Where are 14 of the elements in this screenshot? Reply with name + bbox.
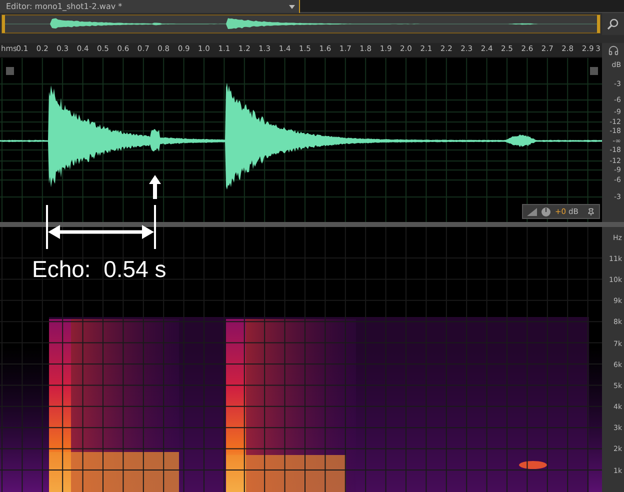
up-arrow-icon [149,175,161,199]
corner-handle-icon[interactable] [590,67,598,75]
waveform-display[interactable] [0,58,602,222]
ramp-icon[interactable] [527,208,537,216]
corner-handle-icon[interactable] [6,67,14,75]
overview-waveform[interactable] [0,13,602,35]
spectrogram-drawing[interactable] [0,227,602,492]
dropdown-icon[interactable] [289,4,295,8]
editor-tab[interactable]: Editor: mono1_shot1-2.wav * [0,0,300,13]
headphones-icon[interactable] [608,45,618,56]
knob-icon[interactable] [541,206,551,216]
zoom-icon[interactable] [606,18,620,30]
echo-label: Echo: 0.54 s [32,256,166,283]
pin-icon[interactable] [587,208,595,216]
